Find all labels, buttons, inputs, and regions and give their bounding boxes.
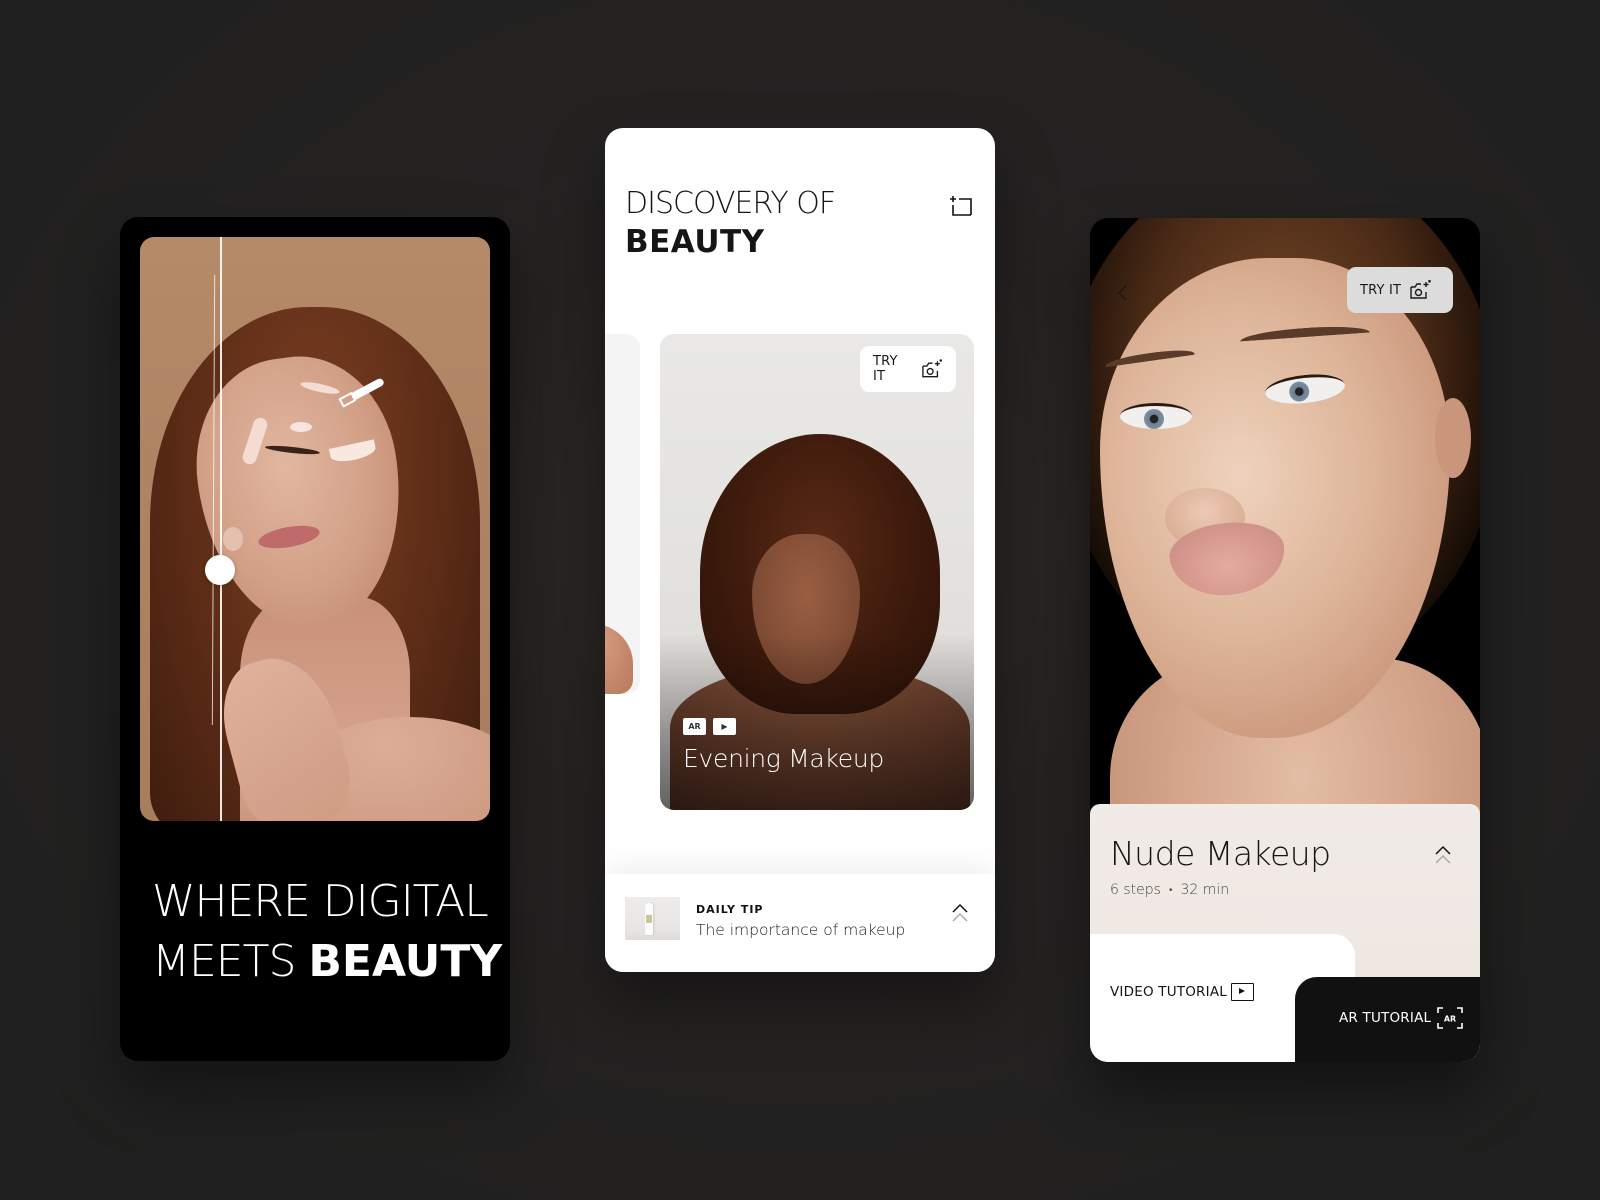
headline-light: MEETS <box>152 936 296 987</box>
compare-divider[interactable] <box>220 237 222 821</box>
ar-scan-icon: AR <box>1437 1007 1463 1029</box>
photo-eye <box>1120 403 1192 429</box>
ar-tutorial-button[interactable]: AR TUTORIAL AR <box>1295 977 1480 1062</box>
tip-thumbnail <box>625 897 680 940</box>
chevron-up-double-icon[interactable] <box>1434 844 1452 870</box>
try-it-label: TRY IT <box>873 354 898 384</box>
compare-slider-handle[interactable] <box>205 555 235 585</box>
try-it-button[interactable]: TRY IT <box>1347 267 1453 313</box>
carousel-card-previous[interactable] <box>605 334 640 694</box>
highlighter-mark <box>223 527 243 551</box>
compare-photo <box>140 237 490 821</box>
play-icon <box>1231 983 1254 1001</box>
page-title: DISCOVERY OF BEAUTY <box>625 185 836 261</box>
tutorial-meta: 6 steps • 32 min <box>1110 882 1229 898</box>
feature-badges: AR ▶ <box>683 718 736 735</box>
camera-sparkle-icon <box>1410 280 1432 299</box>
ar-tutorial-label: AR TUTORIAL <box>1339 1010 1432 1026</box>
photo-ear <box>1435 398 1471 478</box>
headline-line2: MEETS BEAUTY <box>152 932 502 992</box>
ar-badge: AR <box>683 718 706 735</box>
headline-bold: BEAUTY <box>308 936 503 987</box>
try-it-label: TRY IT <box>1360 282 1402 298</box>
video-badge: ▶ <box>713 718 736 735</box>
card-title: Evening Makeup <box>683 744 884 773</box>
chevron-up-double-icon[interactable] <box>951 902 969 928</box>
highlighter-mark <box>290 422 312 432</box>
crop-add-icon[interactable] <box>947 193 975 221</box>
screen-tutorial-detail: TRY IT Nude Makeup 6 steps • 32 min VIDE… <box>1090 218 1480 1062</box>
title-light: DISCOVERY OF <box>625 186 836 221</box>
ar-icon-text: AR <box>1444 1015 1456 1024</box>
tutorial-title: Nude Makeup <box>1110 834 1331 873</box>
tip-text: The importance of makeup <box>696 921 906 939</box>
screen-discovery: DISCOVERY OF BEAUTY TRY IT AR ▶ Evening … <box>605 128 995 972</box>
screen-left: WHERE DIGITAL MEETS BEAUTY <box>120 217 510 1061</box>
carousel-card-evening-makeup[interactable]: TRY IT AR ▶ Evening Makeup <box>660 334 974 810</box>
meta-separator: • <box>1168 884 1173 896</box>
try-it-button[interactable]: TRY IT <box>860 346 956 392</box>
daily-tip-bar[interactable]: DAILY TIP The importance of makeup <box>605 874 995 972</box>
title-bold: BEAUTY <box>625 224 765 260</box>
chevron-left-icon[interactable] <box>1112 282 1134 304</box>
photo-skin <box>605 624 633 694</box>
camera-sparkle-icon <box>922 359 942 378</box>
duration: 32 min <box>1180 882 1230 898</box>
tip-label: DAILY TIP <box>696 903 764 916</box>
steps-count: 6 steps <box>1110 882 1161 898</box>
headline-line1: WHERE DIGITAL <box>152 876 489 927</box>
headline: WHERE DIGITAL MEETS BEAUTY <box>152 872 502 992</box>
video-tutorial-label: VIDEO TUTORIAL <box>1110 984 1227 1000</box>
